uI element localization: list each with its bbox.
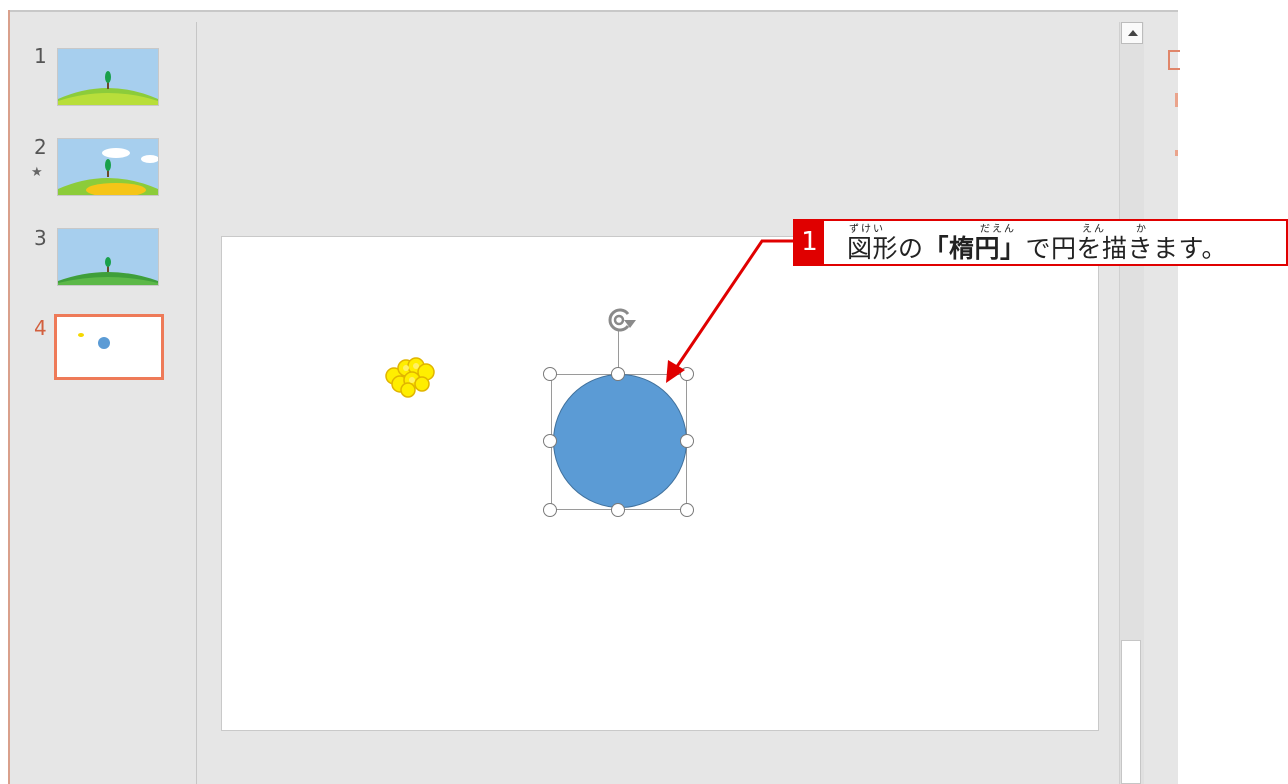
step-number-badge: 1 xyxy=(795,221,824,264)
callout-text-part2: で円を描きます。 xyxy=(1025,234,1228,263)
callout-text: 図形の「楕円」で円を描きます。 xyxy=(847,229,1227,265)
callout-text-part1: 図形の xyxy=(847,234,924,263)
instruction-callout: 1 ずけい だえん えん か 図形の「楕円」で円を描きます。 xyxy=(793,219,1288,266)
callout-arrow xyxy=(666,239,795,383)
callout-text-bold: 「楕円」 xyxy=(923,234,1026,263)
